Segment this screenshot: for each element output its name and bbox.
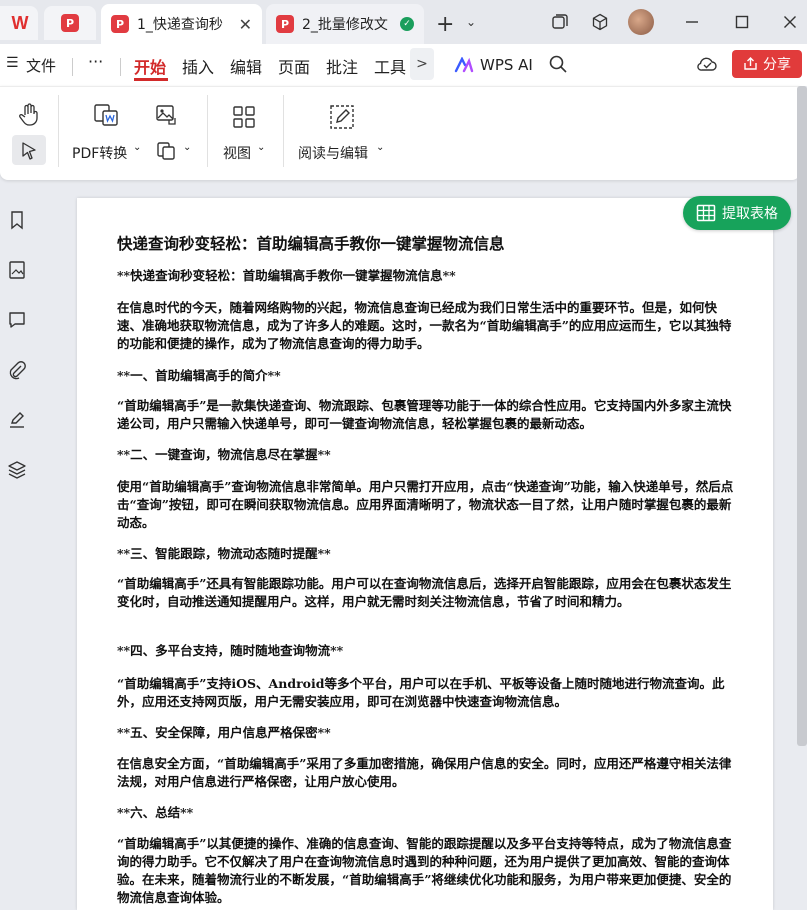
tab-document-1[interactable]: P 1_快递查询秒 ✕ xyxy=(101,4,262,44)
paragraph: **三、智能跟踪，物流动态随时提醒** xyxy=(117,546,331,561)
paragraph: “首助编辑高手”还具有智能跟踪功能。用户可以在查询物流信息后，选择开启智能跟踪，… xyxy=(117,576,732,609)
tab-page[interactable]: 页面 xyxy=(278,54,310,78)
avatar[interactable] xyxy=(628,9,654,35)
attachment-icon[interactable] xyxy=(5,358,29,382)
paragraph: **五、安全保障，用户信息严格保密** xyxy=(117,725,331,740)
document-page: 快递查询秒变轻松：首助编辑高手教你一键掌握物流信息 **快递查询秒变轻松：首助编… xyxy=(77,198,773,910)
toolbar-divider xyxy=(58,95,59,167)
wps-ai-label: WPS AI xyxy=(480,56,533,74)
wps-logo-icon: W xyxy=(11,12,29,33)
paragraph: 在信息时代的今天，随着网络购物的兴起，物流信息查询已经成为我们日常生活中的重要环… xyxy=(117,300,732,351)
tab-label: 1_快递查询秒 xyxy=(137,17,223,33)
menu-divider xyxy=(120,58,121,76)
pdf-convert-button[interactable]: PDF转换 xyxy=(72,143,127,163)
vertical-scrollbar[interactable] xyxy=(797,86,807,746)
tab-label: 2_批量修改文 xyxy=(302,17,388,33)
chevron-down-icon[interactable]: ⌄ xyxy=(133,142,141,153)
paragraph: **二、一键查询，物流信息尽在掌握** xyxy=(117,447,331,462)
share-button[interactable]: 分享 xyxy=(732,50,802,78)
menu-divider xyxy=(72,58,73,76)
paragraph: “首助编辑高手”以其便捷的操作、准确的信息查询、智能的跟踪提醒以及多平台支持等特… xyxy=(117,836,732,905)
view-grid-icon[interactable] xyxy=(230,103,258,131)
more-menu[interactable]: ··· xyxy=(88,52,103,71)
left-sidebar xyxy=(0,188,34,910)
maximize-icon[interactable] xyxy=(730,10,754,34)
tab-tools[interactable]: 工具 xyxy=(374,54,406,78)
document-title: 快递查询秒变轻松：首助编辑高手教你一键掌握物流信息 xyxy=(117,234,505,253)
window-close-icon[interactable] xyxy=(778,10,802,34)
extract-table-label: 提取表格 xyxy=(722,206,778,222)
ribbon-toolbar: PDF转换 ⌄ ⌄ 视图 ⌄ 阅读与编辑 ⌄ xyxy=(0,86,800,180)
layers-icon[interactable] xyxy=(5,458,29,482)
table-icon xyxy=(696,204,716,222)
window-tile-icon[interactable] xyxy=(548,10,572,34)
search-icon[interactable] xyxy=(548,54,568,78)
share-icon xyxy=(744,57,757,70)
toolbar-divider xyxy=(283,95,284,167)
tab-bar: W P P 1_快递查询秒 ✕ P 2_批量修改文 ✓ + ⌄ xyxy=(0,0,807,44)
chevron-down-icon[interactable]: ⌄ xyxy=(376,142,384,153)
hand-tool-icon[interactable] xyxy=(15,101,43,129)
pdf-home-tab[interactable]: P xyxy=(44,6,96,40)
chevron-down-icon[interactable]: ⌄ xyxy=(183,142,191,153)
pdf-file-icon: P xyxy=(111,15,129,33)
paragraph: 在信息安全方面，“首助编辑高手”采用了多重加密措施，确保用户信息的安全。同时，应… xyxy=(117,756,732,789)
read-edit-icon[interactable] xyxy=(328,103,356,131)
tab-annotate[interactable]: 批注 xyxy=(326,54,358,78)
comment-icon[interactable] xyxy=(5,308,29,332)
view-button[interactable]: 视图 xyxy=(223,143,251,163)
minimize-icon[interactable] xyxy=(680,10,704,34)
synced-check-icon: ✓ xyxy=(400,17,414,31)
thumbnail-icon[interactable] xyxy=(5,258,29,282)
tab-document-2[interactable]: P 2_批量修改文 ✓ xyxy=(266,4,424,44)
copy-format-icon[interactable] xyxy=(152,137,180,165)
new-tab-button[interactable]: + xyxy=(436,12,454,37)
close-icon[interactable]: ✕ xyxy=(239,15,252,34)
share-label: 分享 xyxy=(763,57,791,73)
paragraph: **六、总结** xyxy=(117,805,194,820)
chevron-down-icon[interactable]: ⌄ xyxy=(466,15,476,29)
paragraph: **快递查询秒变轻松：首助编辑高手教你一键掌握物流信息** xyxy=(117,268,456,283)
paragraph: “首助编辑高手”支持iOS、Android等多个平台，用户可以在手机、平板等设备… xyxy=(117,676,725,709)
extract-table-button[interactable]: 提取表格 xyxy=(683,196,791,230)
toolbar-divider xyxy=(207,95,208,167)
paragraph: “首助编辑高手”是一款集快递查询、物流跟踪、包裹管理等功能于一体的综合性应用。它… xyxy=(117,398,732,431)
active-tab-indicator xyxy=(134,78,168,81)
wps-ai-icon xyxy=(454,57,474,73)
hamburger-menu-icon[interactable]: ☰ xyxy=(6,55,19,71)
read-edit-button[interactable]: 阅读与编辑 xyxy=(298,143,368,163)
paragraph: **四、多平台支持，随时随地查询物流** xyxy=(117,643,344,658)
menu-bar: ☰ 文件 ··· 开始 插入 编辑 页面 批注 工具 WPS AI xyxy=(0,44,807,86)
cloud-sync-icon[interactable] xyxy=(696,54,718,78)
tab-insert[interactable]: 插入 xyxy=(182,54,214,78)
signature-icon[interactable] xyxy=(5,408,29,432)
tab-edit[interactable]: 编辑 xyxy=(230,54,262,78)
pdf-app-icon: P xyxy=(61,14,79,32)
wps-ai-button[interactable]: WPS AI xyxy=(454,56,533,74)
chevron-down-icon[interactable]: ⌄ xyxy=(257,142,265,153)
pdf-to-word-icon[interactable] xyxy=(92,101,120,129)
pdf-to-image-icon[interactable] xyxy=(152,101,180,129)
pdf-file-icon: P xyxy=(276,15,294,33)
paragraph: 使用“首助编辑高手”查询物流信息非常简单。用户只需打开应用，点击“快递查询”功能… xyxy=(117,479,734,530)
file-menu[interactable]: 文件 xyxy=(26,55,56,76)
wps-logo-tab[interactable]: W xyxy=(0,6,38,40)
menu-overflow-button[interactable]: > xyxy=(410,48,434,80)
bookmark-icon[interactable] xyxy=(5,208,29,232)
cube-icon[interactable] xyxy=(588,10,612,34)
tab-home[interactable]: 开始 xyxy=(134,54,166,78)
select-cursor-icon[interactable] xyxy=(15,137,43,165)
paragraph: **一、首助编辑高手的简介** xyxy=(117,368,281,383)
